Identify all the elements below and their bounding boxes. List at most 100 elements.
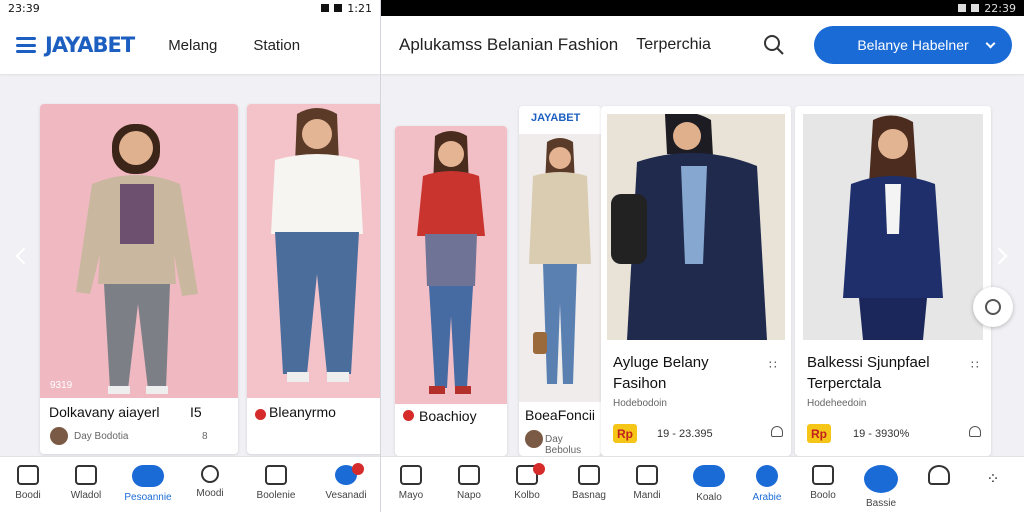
product-image [803, 114, 983, 340]
bell-icon[interactable] [771, 426, 783, 437]
shop-now-button[interactable]: Belanye Habelner [814, 26, 1012, 64]
back-arrow-icon[interactable] [15, 247, 33, 265]
search-icon [201, 465, 219, 483]
tab-item[interactable]: Kolbo [499, 463, 555, 501]
product-image [519, 134, 601, 402]
product-image [607, 114, 785, 340]
home-icon [17, 465, 39, 485]
filter-icon [400, 465, 422, 485]
tab-home[interactable]: Boodi [0, 463, 56, 501]
hot-badge [255, 409, 266, 420]
tab-gallery[interactable]: Boolenie [248, 463, 304, 501]
notification-badge [352, 463, 364, 475]
product-card[interactable]: Balkessi Sjunpfael Terperctala ∷ Hodehee… [795, 106, 991, 456]
grid-icon [864, 465, 898, 493]
notification-badge [533, 463, 545, 475]
product-title[interactable]: Dolkavany aiayerl [49, 404, 160, 420]
tab-chat[interactable]: Vesanadi [318, 463, 374, 501]
more-icon: ⁘ [986, 471, 1000, 488]
price-tag: Rp [613, 424, 637, 443]
tab-item[interactable]: Mandi [619, 463, 675, 501]
brand-logo: JAYABET [531, 112, 581, 124]
review-count: 8 [202, 431, 208, 442]
product-card[interactable]: Bleanyrmo [247, 104, 380, 454]
product-side-label: I5 [190, 404, 202, 420]
gallery-icon [265, 465, 287, 485]
product-title[interactable]: Bleanyrmo [269, 404, 336, 420]
shop-icon [132, 465, 164, 487]
tab-item[interactable]: Arabie [739, 463, 795, 503]
chevron-down-icon [985, 38, 996, 49]
app-bar: JAYABET Melang Station [0, 16, 380, 74]
tab-profile[interactable] [911, 463, 967, 485]
status-bar: 22:39 [381, 0, 1024, 16]
avatar [50, 427, 68, 445]
image-badge: 9319 [50, 380, 73, 391]
product-card[interactable]: JAYABET BoeaFoncii Day Bebolus [519, 106, 601, 456]
price: 19 - 3930% [853, 428, 910, 440]
product-title[interactable]: BoeaFoncii [525, 407, 595, 423]
history-icon [985, 299, 1001, 315]
tab-item[interactable]: Basnag [561, 463, 617, 501]
app-logo[interactable]: JAYABET [45, 33, 135, 57]
seller-name[interactable]: Hodebodoin [613, 398, 667, 409]
price: 19 - 23.395 [657, 428, 713, 440]
nav-link[interactable]: Station [253, 37, 300, 54]
battery-label: 1:21 [347, 1, 372, 15]
bottom-tab-bar: Boodi Wladol Pesoannie Moodi Boolenie Ve… [0, 456, 380, 512]
product-card[interactable]: Dolkavany aiayerl I5 9319 Day Bodotia 8 [40, 104, 238, 454]
chart-icon [458, 465, 480, 485]
people-icon [636, 465, 658, 485]
seller-name[interactable]: Hodeheedoin [807, 398, 867, 409]
product-title[interactable]: Ayluge Belany Fasihon [613, 352, 743, 394]
menu-icon[interactable] [16, 37, 36, 53]
right-pane: 22:39 Aplukamss Belanian Fashion Terperc… [380, 0, 1024, 512]
hot-badge [403, 410, 414, 421]
tab-home[interactable]: Boolo [795, 463, 851, 501]
app-bar: Aplukamss Belanian Fashion Terperchia Be… [381, 16, 1024, 74]
next-arrow-icon[interactable] [990, 247, 1008, 265]
tab-search[interactable]: Moodi [182, 463, 238, 499]
clock-icon [578, 465, 600, 485]
wifi-icon [958, 4, 967, 12]
status-time: 22:39 [984, 1, 1016, 15]
shop-icon [693, 465, 725, 487]
search-icon[interactable] [763, 34, 785, 56]
page-title: Aplukamss Belanian Fashion [399, 35, 619, 54]
tab-item[interactable]: Napo [441, 463, 497, 501]
list-icon [75, 465, 97, 485]
status-time: 23:39 [8, 1, 40, 15]
tab-item[interactable]: Mayo [383, 463, 439, 501]
product-title[interactable]: Boachioy [419, 408, 477, 424]
tab-more[interactable]: ⁘ [965, 463, 1021, 489]
price-tag: Rp [807, 424, 831, 443]
signal-icon [321, 4, 330, 12]
avatar [525, 430, 543, 448]
tab-list[interactable]: Wladol [58, 463, 114, 501]
product-image [40, 104, 238, 398]
chat-icon [756, 465, 778, 487]
wifi-icon [334, 4, 343, 12]
more-icon[interactable]: ∷ [769, 358, 778, 372]
tab-item[interactable]: Koalo [681, 463, 737, 503]
nav-link[interactable]: Melang [168, 37, 217, 54]
more-icon[interactable]: ∷ [971, 358, 980, 372]
left-pane: 23:39 1:21 JAYABET Melang Station Dolkav… [0, 0, 380, 512]
page-subtitle: Terperchia [636, 36, 711, 53]
product-title[interactable]: Balkessi Sjunpfael Terperctala [807, 352, 957, 394]
bottom-tab-bar: Mayo Napo Kolbo Basnag Mandi Koalo Arabi… [381, 456, 1024, 512]
product-image [395, 126, 507, 404]
bell-icon[interactable] [969, 426, 981, 437]
history-button[interactable] [973, 287, 1013, 327]
product-card[interactable]: Boachioy [395, 126, 507, 456]
status-bar: 23:39 1:21 [0, 0, 380, 16]
seller-name[interactable]: Day Bodotia [74, 431, 128, 442]
product-card[interactable]: Ayluge Belany Fasihon ∷ Hodebodoin Rp 19… [601, 106, 791, 456]
tab-active[interactable]: Bassie [853, 463, 909, 509]
tab-active[interactable]: Pesoannie [120, 463, 176, 503]
seller-name[interactable]: Day Bebolus [545, 434, 601, 456]
signal-icon [971, 4, 980, 12]
profile-icon [928, 465, 950, 485]
product-image [247, 104, 380, 398]
home-icon [812, 465, 834, 485]
